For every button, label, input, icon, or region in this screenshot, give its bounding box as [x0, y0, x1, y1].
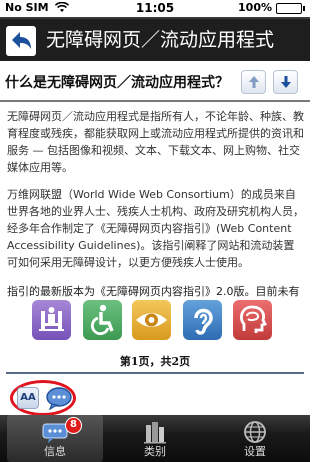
back-button[interactable]	[6, 26, 36, 56]
question-title: 什么是无障碍网页／流动应用程式？	[5, 75, 229, 91]
globe-icon	[244, 421, 266, 443]
wheelchair-icon	[83, 300, 122, 340]
eye-icon	[132, 300, 171, 340]
speech-bubble-icon[interactable]	[45, 386, 73, 411]
unread-badge: 8	[65, 417, 82, 434]
head-brain-icon	[233, 300, 272, 340]
back-arrow-icon	[12, 32, 31, 49]
tab-label: 设置	[244, 445, 266, 458]
paragraph-wcag: 万维网联盟（World Wide Web Consortium）的成员来自世界各…	[7, 188, 304, 269]
paragraph-latest-version: 指引的最新版本为《无障碍网页内容指引》2.0版。目前未有	[7, 285, 300, 298]
article-content: 无障碍网页／流动应用程式是指所有人，不论年龄、种族、教育程度或残疾，都能获取网上…	[0, 104, 310, 372]
books-icon	[144, 422, 166, 444]
ear-icon	[183, 300, 222, 340]
reading-person-icon	[32, 300, 71, 340]
battery-percent: 100%	[238, 1, 272, 14]
tab-bar: 8 信息 类别 设置	[0, 415, 310, 462]
status-bar: No SIM 11:05 100%	[0, 0, 310, 16]
tab-settings[interactable]: 设置	[207, 415, 303, 462]
disability-icons	[0, 300, 310, 344]
next-button[interactable]	[273, 70, 298, 94]
question-header: 什么是无障碍网页／流动应用程式？	[0, 62, 310, 102]
paragraph-definition: 无障碍网页／流动应用程式是指所有人，不论年龄、种族、教育程度或残疾，都能获取网上…	[7, 110, 304, 174]
divider	[6, 372, 304, 374]
battery-icon	[276, 3, 305, 14]
arrow-down-icon	[281, 76, 291, 88]
arrow-up-icon	[249, 76, 259, 88]
font-size-button[interactable]: AA	[17, 387, 39, 409]
tab-messages[interactable]: 8 信息	[7, 415, 103, 462]
title-bar: 无障碍网页／流动应用程式	[0, 17, 310, 61]
page-indicator: 第1页，共2页	[119, 355, 191, 368]
tab-label: 信息	[44, 445, 66, 458]
previous-button[interactable]	[241, 70, 266, 94]
tab-label: 类别	[144, 445, 166, 458]
page-title: 无障碍网页／流动应用程式	[46, 29, 275, 51]
tab-categories[interactable]: 类别	[107, 415, 203, 462]
toolbar: AA	[6, 375, 78, 416]
